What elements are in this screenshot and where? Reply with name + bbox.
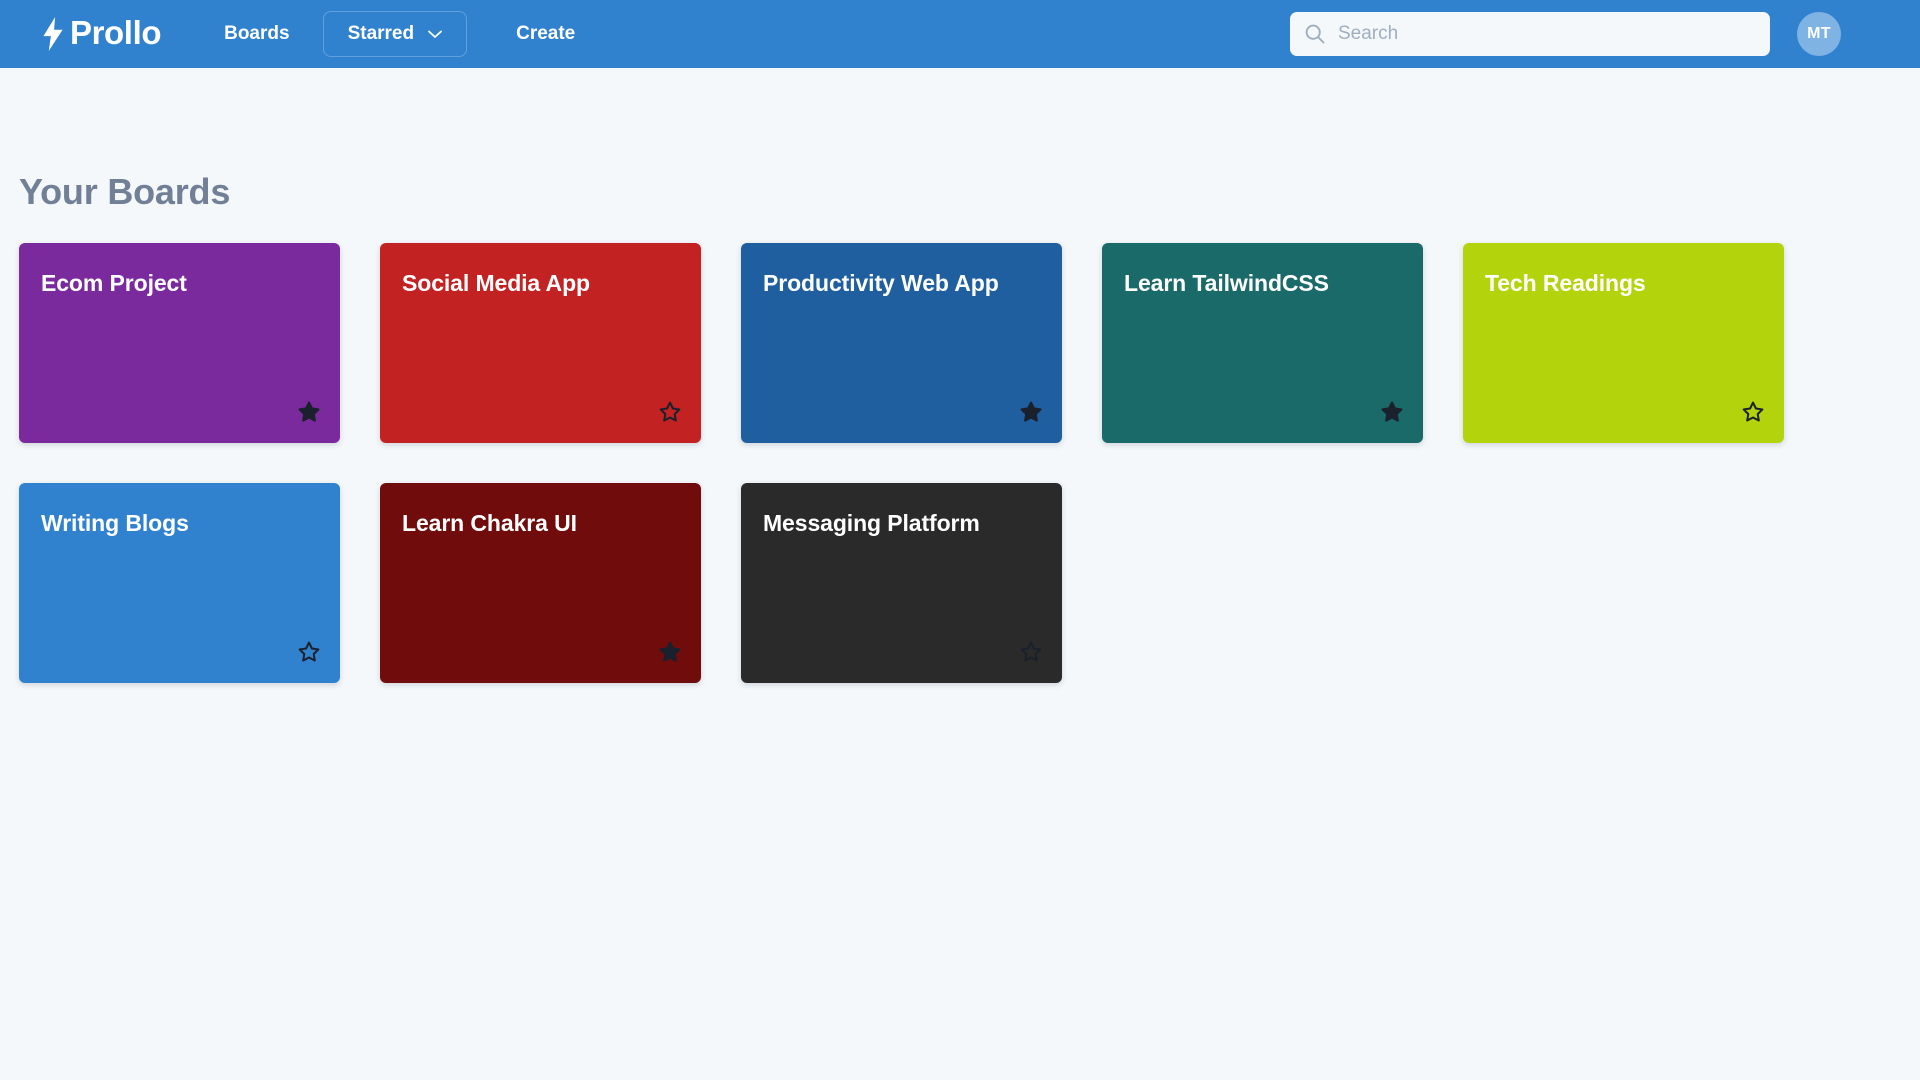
board-card[interactable]: Writing Blogs <box>19 483 340 683</box>
nav-item-starred-dropdown[interactable]: Starred <box>322 11 468 57</box>
boards-grid: Ecom Project Social Media App Productivi… <box>19 243 1784 683</box>
board-card-title: Productivity Web App <box>763 270 999 296</box>
board-card-title: Messaging Platform <box>763 510 980 536</box>
star-filled-icon[interactable] <box>659 641 681 663</box>
search-icon <box>1304 23 1326 45</box>
lightning-bolt-icon <box>40 17 66 51</box>
nav-item-starred-label: Starred <box>347 23 415 44</box>
board-card[interactable]: Learn TailwindCSS <box>1102 243 1423 443</box>
star-filled-icon[interactable] <box>298 401 320 423</box>
chevron-down-icon <box>428 30 443 39</box>
nav-item-create-label: Create <box>516 23 576 44</box>
board-card[interactable]: Productivity Web App <box>741 243 1062 443</box>
board-card-title: Ecom Project <box>41 270 187 296</box>
nav-item-boards-label: Boards <box>224 23 290 44</box>
star-outline-icon[interactable] <box>1020 641 1042 663</box>
board-card[interactable]: Messaging Platform <box>741 483 1062 683</box>
avatar-initials: MT <box>1807 25 1831 42</box>
board-card-title: Tech Readings <box>1485 270 1646 296</box>
board-card-title: Learn TailwindCSS <box>1124 270 1329 296</box>
main-content: Your Boards Ecom Project Social Media Ap… <box>0 171 1920 683</box>
board-card-title: Social Media App <box>402 270 590 296</box>
board-card[interactable]: Social Media App <box>380 243 701 443</box>
user-avatar[interactable]: MT <box>1797 12 1841 56</box>
nav-item-create[interactable]: Create <box>493 13 598 55</box>
brand-name: Prollo <box>70 14 162 51</box>
page-title: Your Boards <box>19 171 231 212</box>
board-card-title: Writing Blogs <box>41 510 189 536</box>
star-filled-icon[interactable] <box>1381 401 1403 423</box>
star-filled-icon[interactable] <box>1020 401 1042 423</box>
top-navbar: Prollo Boards Starred Create MT <box>0 0 1920 68</box>
star-outline-icon[interactable] <box>298 641 320 663</box>
brand-logo[interactable]: Prollo <box>40 14 162 52</box>
star-outline-icon[interactable] <box>1742 401 1764 423</box>
board-card[interactable]: Tech Readings <box>1463 243 1784 443</box>
search-input[interactable] <box>1338 23 1756 45</box>
search-bar[interactable] <box>1290 12 1770 56</box>
board-card[interactable]: Learn Chakra UI <box>380 483 701 683</box>
star-outline-icon[interactable] <box>659 401 681 423</box>
nav-item-boards[interactable]: Boards <box>201 13 312 55</box>
nav-links: Boards Starred Create <box>201 11 598 57</box>
board-card-title: Learn Chakra UI <box>402 510 577 536</box>
board-card[interactable]: Ecom Project <box>19 243 340 443</box>
